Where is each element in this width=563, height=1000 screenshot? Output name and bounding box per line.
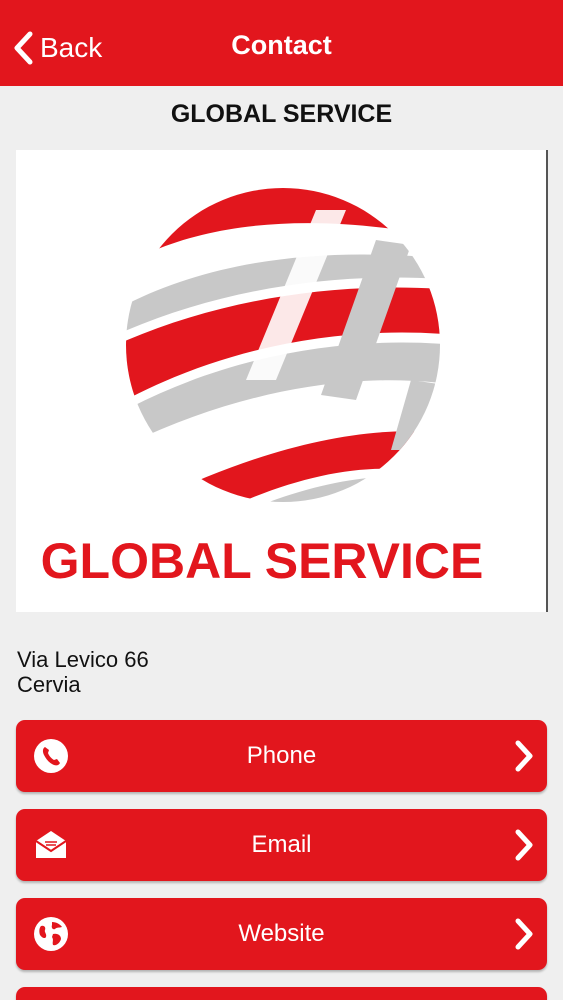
address-street: Via Levico 66 bbox=[17, 647, 149, 672]
company-logo: GLOBAL SERVICE bbox=[16, 150, 548, 612]
email-label: Email bbox=[251, 831, 312, 858]
company-name: GLOBAL SERVICE bbox=[170, 100, 393, 128]
chevron-right-icon bbox=[515, 918, 533, 950]
address-city: Cervia bbox=[17, 672, 81, 697]
phone-button[interactable]: Phone bbox=[16, 720, 547, 792]
next-action-button[interactable] bbox=[16, 987, 547, 1000]
nav-bar: Back Contact bbox=[0, 0, 563, 86]
chevron-right-icon bbox=[515, 740, 533, 772]
website-button[interactable]: Website bbox=[16, 898, 547, 970]
address-block: Via Levico 66 Cervia bbox=[17, 647, 149, 697]
globe-logo-image: GLOBAL SERVICE bbox=[41, 188, 484, 589]
phone-label: Phone bbox=[246, 742, 317, 769]
email-button[interactable]: Email bbox=[16, 809, 547, 881]
page-title: Contact bbox=[231, 30, 332, 60]
logo-text: GLOBAL SERVICE bbox=[41, 533, 484, 589]
chevron-right-icon bbox=[515, 829, 533, 861]
website-label: Website bbox=[238, 920, 325, 947]
